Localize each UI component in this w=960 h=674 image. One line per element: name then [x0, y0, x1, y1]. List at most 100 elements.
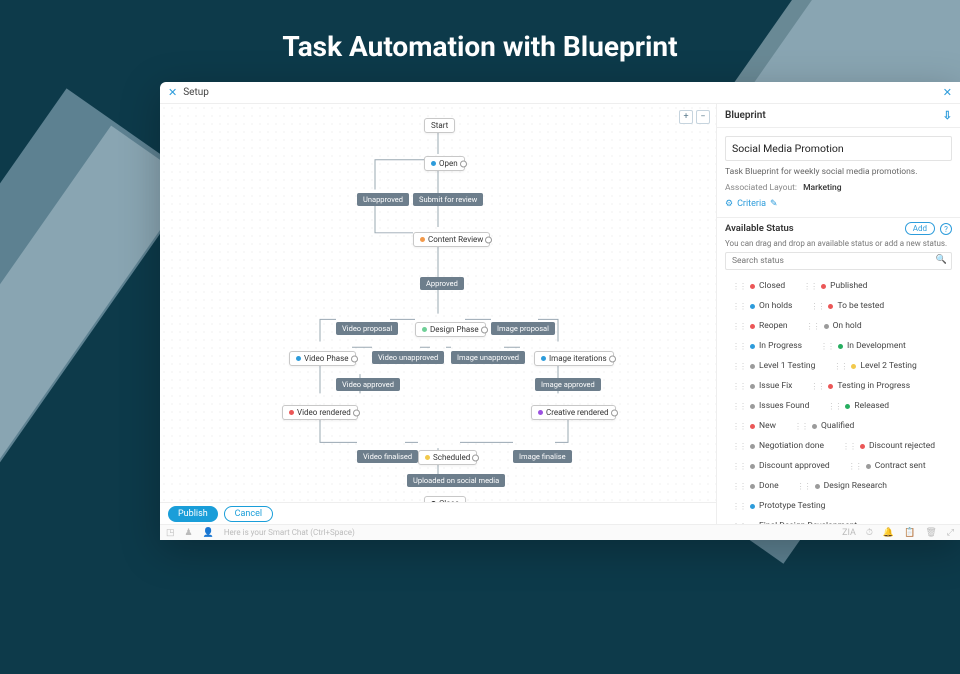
grip-icon: ⋮⋮	[810, 302, 824, 311]
status-dot	[431, 161, 436, 166]
sidebar-heading: Blueprint	[725, 110, 766, 121]
publish-button[interactable]: Publish	[168, 506, 218, 522]
status-chip[interactable]: ⋮⋮Done	[726, 478, 785, 494]
status-chip[interactable]: ⋮⋮In Development	[814, 338, 912, 354]
status-color-dot	[750, 384, 755, 389]
hero-title: Task Automation with Blueprint	[0, 30, 960, 63]
search-status-input[interactable]	[725, 252, 952, 270]
flow-node-close[interactable]: Close	[424, 496, 466, 502]
grip-icon: ⋮⋮	[842, 442, 856, 451]
user-icon[interactable]: 👤	[203, 528, 214, 538]
status-chip[interactable]: ⋮⋮Issues Found	[726, 398, 815, 414]
transition-label[interactable]: Approved	[420, 277, 464, 290]
flow-node-vrender[interactable]: Video rendered	[282, 405, 358, 420]
zia-icon[interactable]: ZIA	[842, 528, 856, 538]
smart-chat-hint[interactable]: Here is your Smart Chat (Ctrl+Space)	[224, 528, 355, 537]
node-label: Close	[439, 499, 459, 502]
status-chip[interactable]: ⋮⋮Closed	[726, 278, 791, 294]
trash-icon[interactable]: 🗑	[925, 528, 936, 538]
status-chip-label: Discount approved	[759, 461, 830, 471]
grip-icon: ⋮⋮	[803, 282, 817, 291]
transition-label[interactable]: Image finalise	[513, 450, 572, 463]
criteria-link[interactable]: Criteria	[737, 199, 766, 209]
download-icon[interactable]: ⇩	[943, 109, 952, 122]
clipboard-icon[interactable]: 📋	[904, 528, 915, 538]
status-dot	[296, 356, 301, 361]
node-label: Start	[431, 121, 448, 130]
people-icon[interactable]: ♟	[185, 528, 193, 538]
status-chip-label: Closed	[759, 281, 785, 291]
status-chip[interactable]: ⋮⋮ Discount approved	[726, 458, 836, 474]
status-chip[interactable]: ⋮⋮Qualified	[788, 418, 860, 434]
status-chip-label: Contract sent	[875, 461, 926, 471]
status-chip[interactable]: ⋮⋮To be tested	[804, 298, 890, 314]
expand-icon[interactable]: ⤢	[947, 528, 954, 538]
flow-node-start[interactable]: Start	[424, 118, 455, 133]
status-chip[interactable]: ⋮⋮Published	[797, 278, 873, 294]
blueprint-name-input[interactable]: Social Media Promotion	[725, 136, 952, 161]
transition-label[interactable]: Submit for review	[413, 193, 483, 206]
flow-node-iiter[interactable]: Image iterations	[534, 351, 614, 366]
bell-icon[interactable]: 🔔	[883, 528, 894, 538]
status-chip[interactable]: ⋮⋮On holds	[726, 298, 798, 314]
status-chip-label: Done	[759, 481, 779, 491]
criteria-gear-icon[interactable]	[725, 199, 733, 209]
blueprint-canvas[interactable]: + − StartOpenC	[160, 104, 716, 502]
status-chip[interactable]: ⋮⋮Reopen	[726, 318, 794, 334]
app-header: ✕ Setup ✕	[160, 82, 960, 104]
transition-label[interactable]: Image proposal	[491, 322, 555, 335]
status-chip[interactable]: ⋮⋮Level 1 Testing	[726, 358, 821, 374]
app-logo-icon: ✕	[168, 86, 177, 99]
status-chip[interactable]: ⋮⋮Negotiation done	[726, 438, 830, 454]
status-chip[interactable]: ⋮⋮Discount rejected	[836, 438, 941, 454]
status-chip-label: Reopen	[759, 321, 788, 331]
cancel-button[interactable]: Cancel	[224, 506, 273, 522]
node-label: Video rendered	[297, 408, 351, 417]
status-chip-label: Released	[854, 401, 889, 411]
node-label: Content Review	[428, 235, 483, 244]
transition-label[interactable]: Video proposal	[336, 322, 398, 335]
status-chip-label: Level 2 Testing	[860, 361, 916, 371]
status-chip[interactable]: ⋮⋮Testing in Progress	[804, 378, 916, 394]
status-chip[interactable]: ⋮⋮Prototype Testing	[726, 498, 831, 514]
transition-label[interactable]: Image unapproved	[451, 351, 525, 364]
status-dot	[420, 237, 425, 242]
status-chip[interactable]: ⋮⋮Contract sent	[842, 458, 932, 474]
transition-label[interactable]: Image approved	[535, 378, 601, 391]
status-chip-label: Testing in Progress	[837, 381, 910, 391]
status-chip[interactable]: ⋮⋮Released	[821, 398, 895, 414]
timer-icon[interactable]: ⏱	[866, 528, 873, 538]
zoom-out-button[interactable]: −	[696, 110, 710, 124]
status-color-dot	[750, 444, 755, 449]
status-chip[interactable]: ⋮⋮On hold	[800, 318, 868, 334]
flow-node-sched[interactable]: Scheduled	[418, 450, 477, 465]
grip-icon: ⋮⋮	[732, 422, 746, 431]
transition-label[interactable]: Uploaded on social media	[407, 474, 505, 487]
flow-node-vphase[interactable]: Video Phase	[289, 351, 356, 366]
flow-node-crender[interactable]: Creative rendered	[531, 405, 616, 420]
add-status-button[interactable]: Add	[905, 222, 935, 235]
transition-label[interactable]: Video approved	[336, 378, 400, 391]
node-label: Open	[439, 159, 458, 168]
criteria-edit-icon[interactable]	[770, 199, 778, 209]
status-chip[interactable]: ⋮⋮Issue Fix	[726, 378, 798, 394]
transition-label[interactable]: Video unapproved	[372, 351, 444, 364]
status-chip[interactable]: ⋮⋮Design Research	[791, 478, 893, 494]
status-chip[interactable]: ⋮⋮In Progress	[726, 338, 808, 354]
status-chip-label: Design Research	[824, 481, 887, 491]
status-chip[interactable]: ⋮⋮Level 2 Testing	[827, 358, 922, 374]
status-color-dot	[750, 344, 755, 349]
close-icon[interactable]: ✕	[943, 86, 952, 99]
transition-label[interactable]: Unapproved	[357, 193, 409, 206]
status-chip[interactable]: ⋮⋮New	[726, 418, 782, 434]
flow-node-design[interactable]: Design Phase	[415, 322, 486, 337]
blueprint-description: Task Blueprint for weekly social media p…	[725, 167, 952, 177]
grip-icon: ⋮⋮	[732, 462, 746, 471]
zoom-in-button[interactable]: +	[679, 110, 693, 124]
feed-icon[interactable]: ◳	[166, 528, 175, 538]
help-icon[interactable]: ?	[940, 223, 952, 235]
status-dot	[425, 455, 430, 460]
transition-label[interactable]: Video finalised	[357, 450, 418, 463]
flow-node-review[interactable]: Content Review	[413, 232, 490, 247]
flow-node-open[interactable]: Open	[424, 156, 465, 171]
